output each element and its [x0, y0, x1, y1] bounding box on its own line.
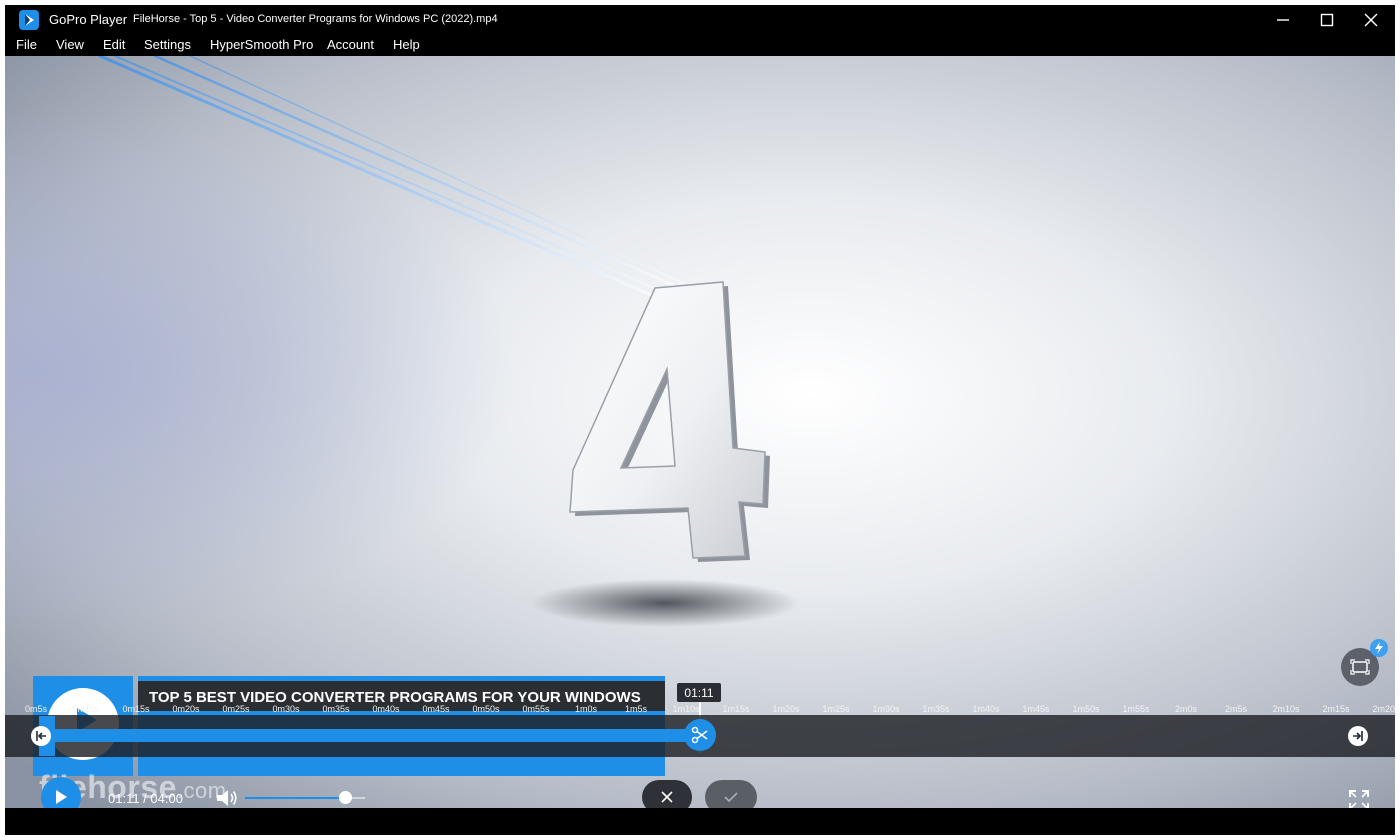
close-icon [661, 791, 673, 803]
menu-settings[interactable]: Settings [144, 37, 191, 52]
window-title: FileHorse - Top 5 - Video Converter Prog… [133, 13, 498, 25]
timeline-tick-label: 1m0s [574, 704, 598, 714]
timeline-tick-label: 1m55s [1122, 704, 1150, 714]
menu-edit[interactable]: Edit [103, 37, 125, 52]
timeline-tick-label: 0m40s [372, 704, 400, 714]
timeline-tick-label: 1m35s [922, 704, 950, 714]
menu-help[interactable]: Help [393, 37, 420, 52]
timeline-tick-label: 0m55s [522, 704, 550, 714]
minimize-button[interactable] [1261, 5, 1305, 35]
timeline-tick-label: 0m10s [72, 704, 100, 714]
timeline-tick-label: 0m35s [322, 704, 350, 714]
fullscreen-icon [1349, 790, 1369, 808]
timeline-tick-label: 2m0s [1174, 704, 1198, 714]
timeline-tick-label: 0m5s [24, 704, 48, 714]
menu-view[interactable]: View [56, 37, 84, 52]
video-frame[interactable]: TOP 5 BEST VIDEO CONVERTER PROGRAMS FOR … [5, 56, 1395, 808]
app-name: GoPro Player [49, 12, 128, 27]
trim-selected-range[interactable] [49, 729, 700, 742]
volume-level-fill [245, 797, 345, 799]
menu-bar: File View Edit Settings HyperSmooth Pro … [5, 35, 1395, 56]
volume-slider[interactable] [245, 791, 365, 804]
close-window-button[interactable] [1349, 5, 1393, 35]
timeline-tick-label: 1m40s [972, 704, 1000, 714]
time-readout: 01:11 / 04:00 [108, 791, 183, 806]
cancel-trim-button[interactable] [642, 780, 692, 808]
timeline-tick-label: 1m45s [1022, 704, 1050, 714]
hypersmooth-icon [1350, 659, 1370, 675]
trim-timeline[interactable] [5, 715, 1395, 757]
timeline-tick-label: 1m15s [722, 704, 750, 714]
timeline-tick-label: 2m20s [1372, 704, 1395, 714]
split-clip-button[interactable] [684, 719, 716, 751]
jump-to-end-icon [1353, 731, 1363, 741]
trim-start-button[interactable] [31, 726, 51, 746]
app-window: GoPro Player FileHorse - Top 5 - Video C… [5, 5, 1395, 835]
timeline-tick-label: 1m50s [1072, 704, 1100, 714]
timeline-tick-label: 1m20s [772, 704, 800, 714]
menu-file[interactable]: File [16, 37, 37, 52]
confirm-trim-button[interactable] [705, 780, 757, 808]
number-shadow [530, 579, 800, 627]
play-icon [56, 790, 67, 804]
timeline-tick-label: 1m10s [672, 704, 700, 714]
trim-end-button[interactable] [1348, 726, 1368, 746]
maximize-button[interactable] [1305, 5, 1349, 35]
maximize-icon [1320, 13, 1334, 27]
gopro-logo-icon [19, 10, 39, 30]
close-icon [1364, 13, 1378, 27]
playhead-time-text: 01:11 [684, 685, 714, 700]
volume-button[interactable] [215, 787, 239, 808]
timeline-tick-label: 0m20s [172, 704, 200, 714]
timeline-tick-label: 0m50s [472, 704, 500, 714]
check-icon [724, 792, 738, 803]
window-bottom-edge [5, 808, 1395, 835]
timeline-tick-label: 0m25s [222, 704, 250, 714]
timeline-tick-label: 2m10s [1272, 704, 1300, 714]
menu-hypersmooth-pro[interactable]: HyperSmooth Pro [210, 37, 313, 52]
menu-account[interactable]: Account [327, 37, 374, 52]
volume-icon [217, 790, 237, 806]
playhead-time-bubble: 01:11 [677, 683, 721, 702]
timeline-tick-label: 1m25s [822, 704, 850, 714]
jump-to-start-icon [36, 731, 46, 741]
fullscreen-button[interactable] [1348, 789, 1370, 808]
minimize-icon [1277, 19, 1289, 21]
volume-knob[interactable] [339, 791, 352, 804]
timeline-tick-label: 2m5s [1224, 704, 1248, 714]
timeline-tick-label: 1m5s [624, 704, 648, 714]
timeline-tick-label: 0m45s [422, 704, 450, 714]
title-bar: GoPro Player FileHorse - Top 5 - Video C… [5, 5, 1395, 35]
hypersmooth-badge-icon [1370, 639, 1388, 657]
scissors-icon [691, 726, 708, 744]
timeline-tick-label: 0m30s [272, 704, 300, 714]
timeline-tick-label: 1m30s [872, 704, 900, 714]
timeline-tick-label: 0m15s [122, 704, 150, 714]
timeline-tick-label: 2m15s [1322, 704, 1350, 714]
